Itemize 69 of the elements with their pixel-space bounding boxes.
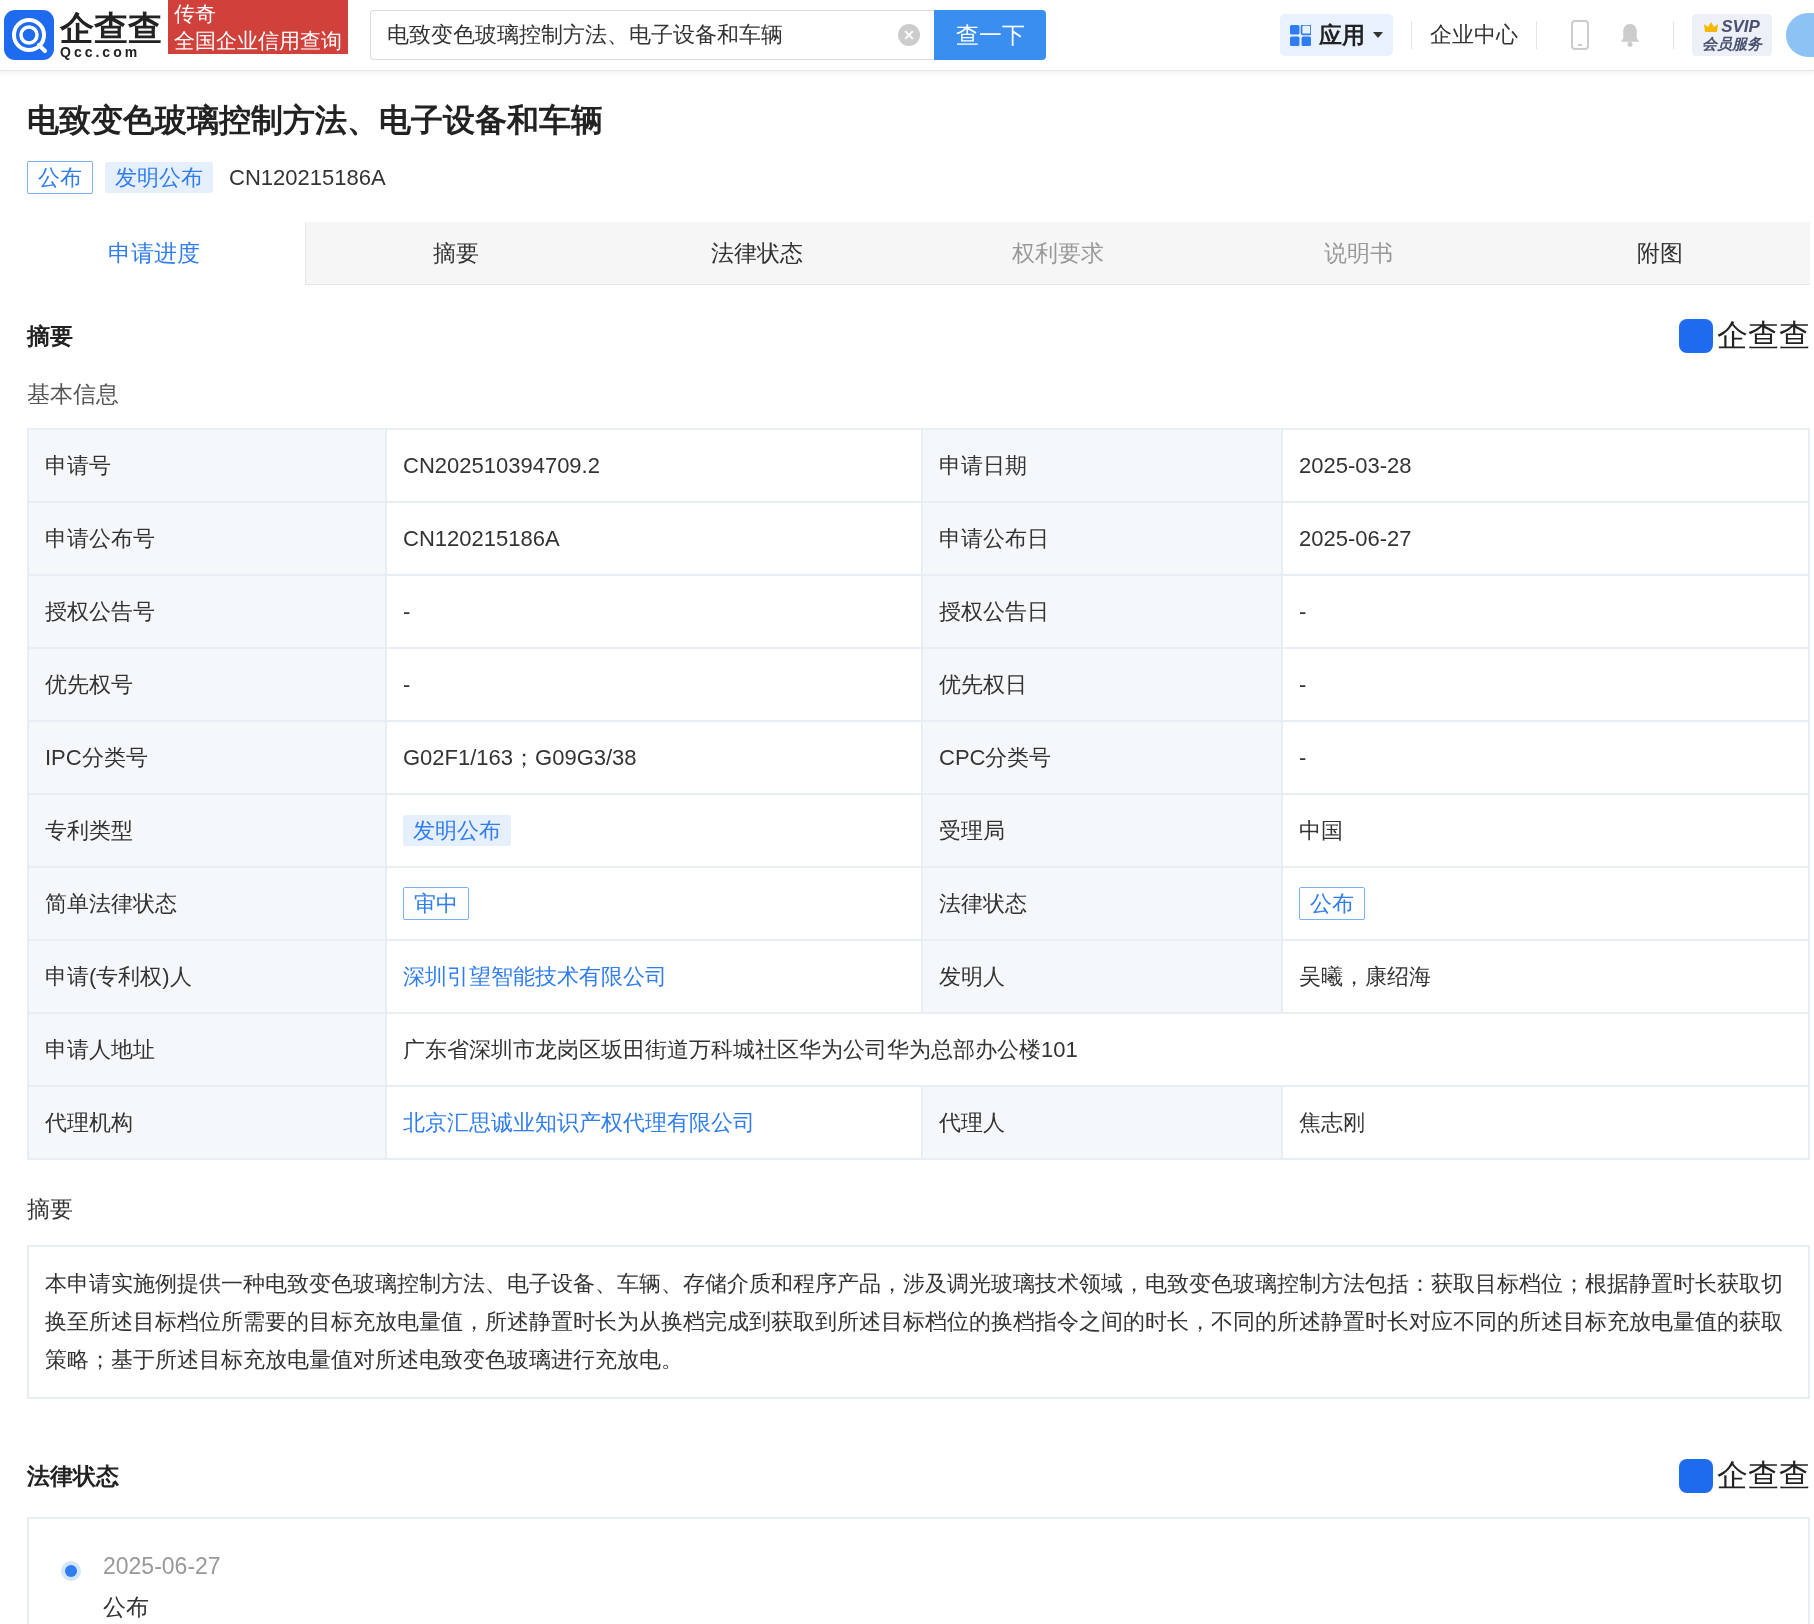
company-link[interactable]: 深圳引望智能技术有限公司 <box>386 940 922 1013</box>
timeline-dot <box>65 1565 77 1577</box>
status-tag: 审中 <box>403 887 469 920</box>
field-label: IPC分类号 <box>28 721 386 794</box>
event-status: 公布 <box>103 1593 150 1622</box>
section-title: 摘要 <box>27 321 73 351</box>
field-label: 申请日期 <box>922 429 1282 502</box>
field-value: - <box>1282 648 1809 721</box>
field-label: 简单法律状态 <box>28 867 386 940</box>
field-label: 优先权日 <box>922 648 1282 721</box>
logo-name: 企查查 <box>60 11 162 45</box>
status-tag: 公布 <box>1299 887 1365 920</box>
field-value: 中国 <box>1282 794 1809 867</box>
promo-banner[interactable]: 传奇 全国企业信用查询 <box>168 0 348 54</box>
field-value: 焦志刚 <box>1282 1086 1809 1159</box>
avatar[interactable] <box>1786 13 1814 57</box>
field-label: 申请公布日 <box>922 502 1282 575</box>
field-label: 专利类型 <box>28 794 386 867</box>
field-value: G02F1/163；G09G3/38 <box>386 721 922 794</box>
field-value: - <box>386 575 922 648</box>
tab[interactable]: 摘要 <box>305 222 607 284</box>
field-label: 申请(专利权)人 <box>28 940 386 1013</box>
field-value: CN202510394709.2 <box>386 429 922 502</box>
abstract-text: 本申请实施例提供一种电致变色玻璃控制方法、电子设备、车辆、存储介质和程序产品，涉及调光玻璃技术领域，电致变色玻璃控制方法包括：获取目标档位；根据静置时长获取切换至所述目标档位所需要的目标充放电量值，所述静置时长为从换档完成到获取到所述目标档位的换档指令之间的时长，不同的所述静置时长对应不同的所述目标充放电量值的获取策略；基于所述目标充放电量值对所述电致变色玻璃进行充放电。 <box>45 1270 1784 1374</box>
field-value: CN120215186A <box>386 502 922 575</box>
field-label: 授权公告号 <box>28 575 386 648</box>
patent-title: 电致变色玻璃控制方法、电子设备和车辆 <box>27 101 604 140</box>
company-link[interactable]: 北京汇思诚业知识产权代理有限公司 <box>386 1086 922 1159</box>
field-label: 法律状态 <box>922 867 1282 940</box>
field-label: 授权公告日 <box>922 575 1282 648</box>
field-label: 代理人 <box>922 1086 1282 1159</box>
phone-icon[interactable] <box>1569 20 1591 50</box>
status-tag: 公布 <box>27 161 93 194</box>
brand-logo: 企查查 <box>1679 315 1810 357</box>
field-label: 优先权号 <box>28 648 386 721</box>
publication-number: CN120215186A <box>229 164 386 191</box>
field-label: 发明人 <box>922 940 1282 1013</box>
clear-icon[interactable] <box>898 24 920 46</box>
field-label: 受理局 <box>922 794 1282 867</box>
logo-icon <box>4 10 54 60</box>
apps-button[interactable]: 应用 <box>1280 14 1393 56</box>
enterprise-center-link[interactable]: 企业中心 <box>1430 20 1518 50</box>
field-value: - <box>386 648 922 721</box>
caret-icon <box>1373 32 1383 38</box>
grid-icon <box>1290 24 1311 46</box>
subsection-title: 基本信息 <box>27 380 120 409</box>
logo-domain: Qcc.com <box>60 45 142 59</box>
field-label: 申请人地址 <box>28 1013 386 1086</box>
search-field[interactable]: 电致变色玻璃控制方法、电子设备和车辆 <box>370 10 934 60</box>
tab[interactable]: 申请进度 <box>4 222 306 285</box>
event-date: 2025-06-27 <box>103 1553 221 1580</box>
subsection-title: 摘要 <box>27 1195 74 1224</box>
vip-button[interactable]: SVIP 会员服务 <box>1692 14 1772 56</box>
field-label: 申请号 <box>28 429 386 502</box>
field-value: 2025-06-27 <box>1282 502 1809 575</box>
field-value: - <box>1282 721 1809 794</box>
field-value: 2025-03-28 <box>1282 429 1809 502</box>
field-value: 吴曦，康绍海 <box>1282 940 1809 1013</box>
tab[interactable]: 法律状态 <box>606 222 908 284</box>
brand-logo: 企查查 <box>1679 1455 1810 1497</box>
section-title: 法律状态 <box>27 1461 119 1491</box>
crown-icon <box>1704 22 1719 33</box>
field-label: 代理机构 <box>28 1086 386 1159</box>
field-label: 申请公布号 <box>28 502 386 575</box>
tab[interactable]: 附图 <box>1509 222 1810 284</box>
status-tag: 发明公布 <box>105 162 213 193</box>
field-value: - <box>1282 575 1809 648</box>
field-label: CPC分类号 <box>922 721 1282 794</box>
status-tag: 发明公布 <box>403 815 511 846</box>
